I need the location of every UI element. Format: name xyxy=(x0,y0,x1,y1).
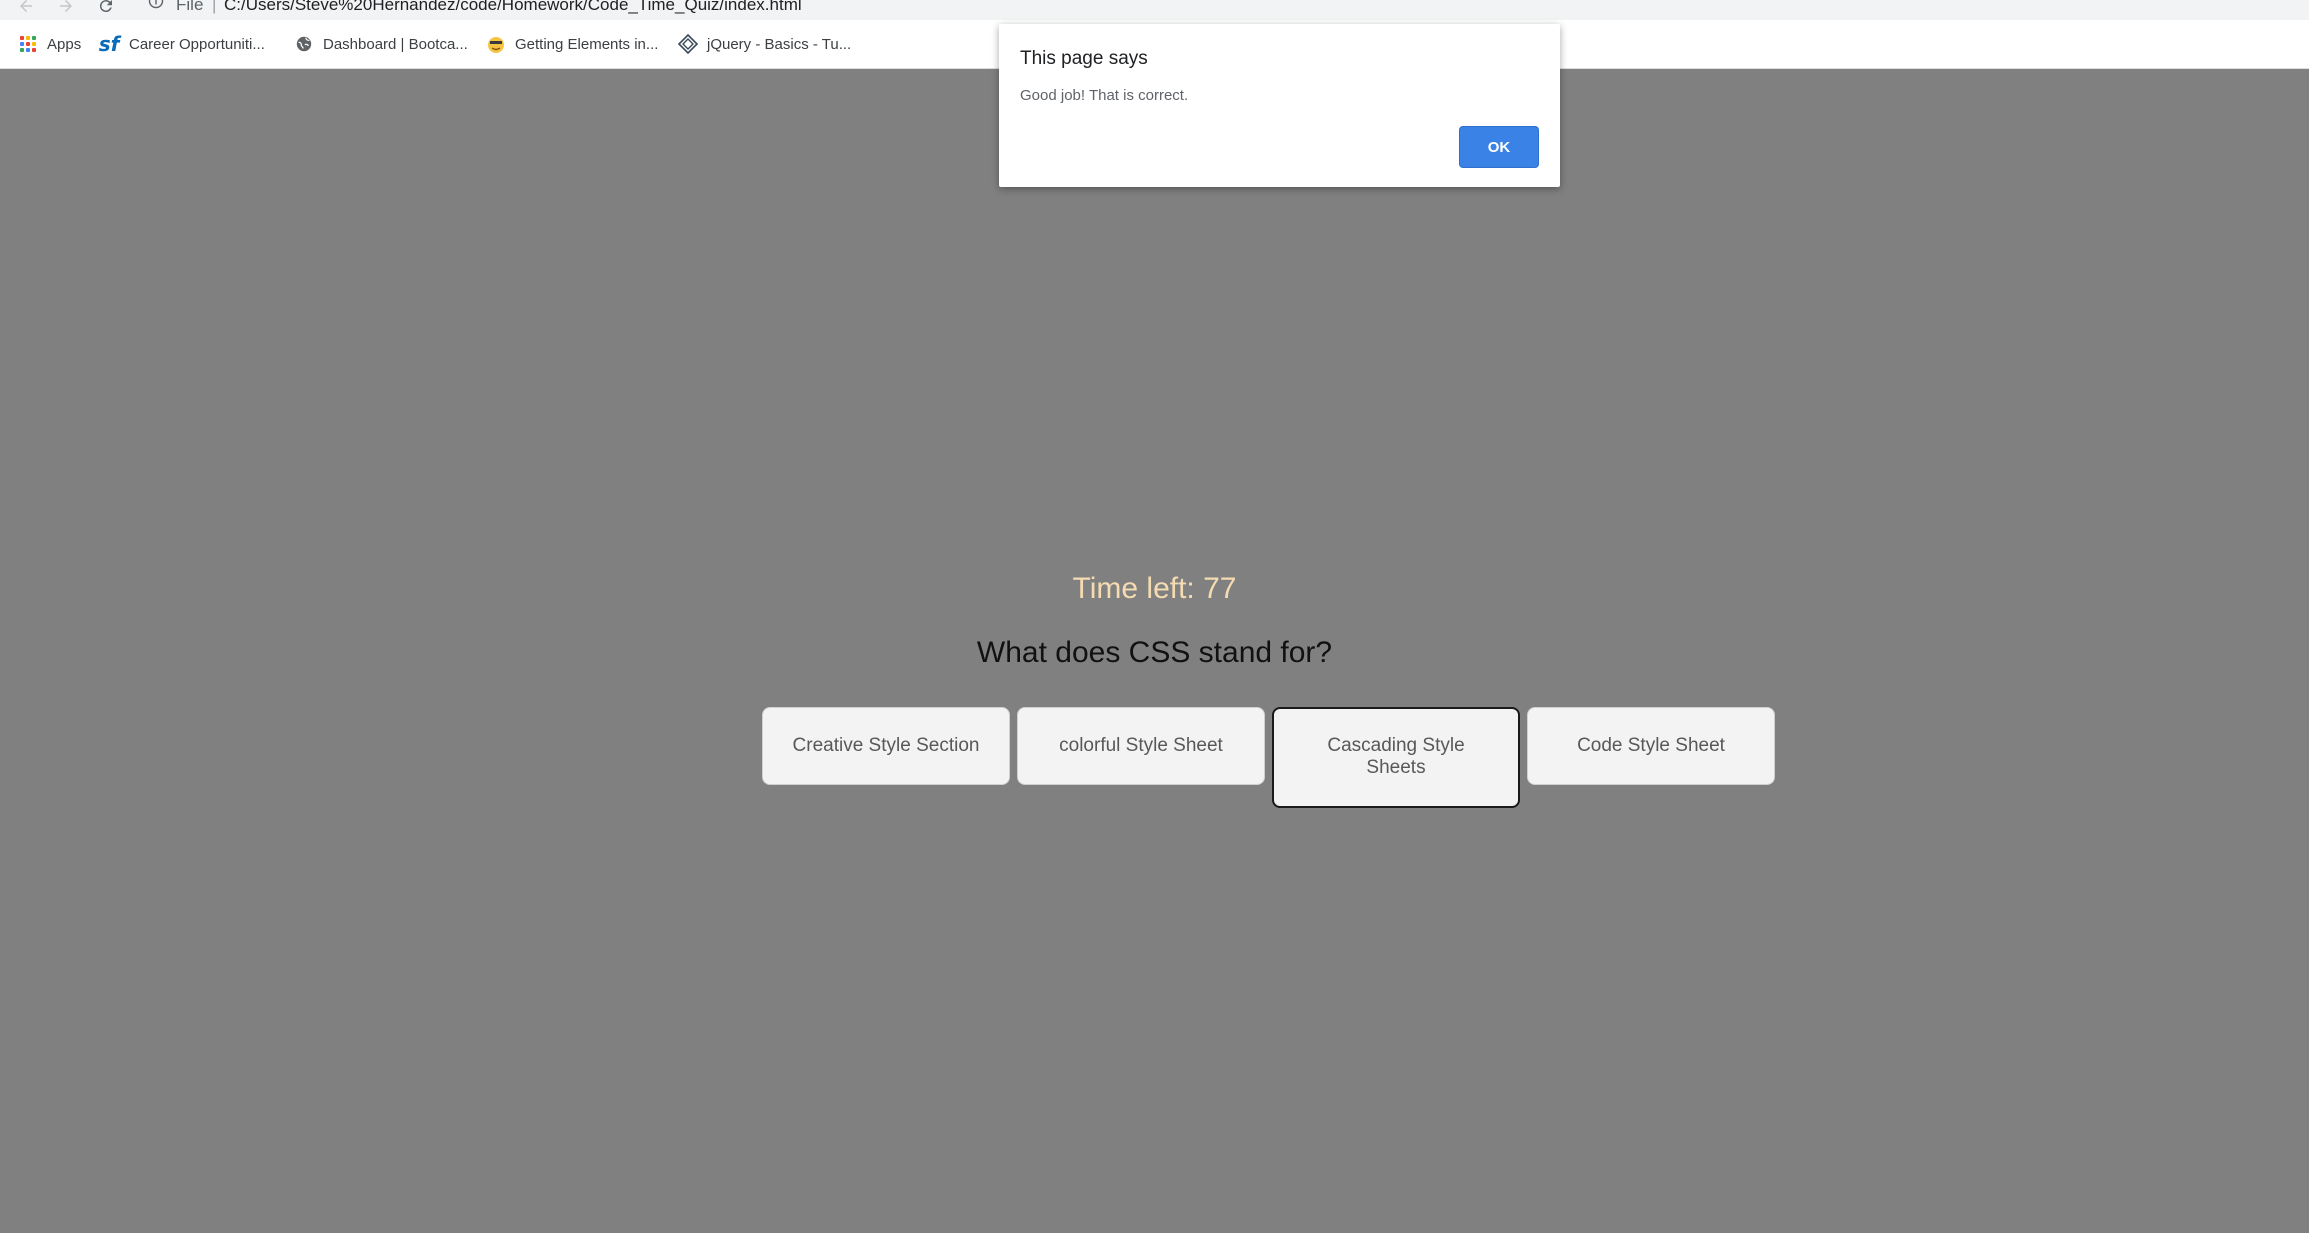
answer-button-2[interactable]: colorful Style Sheet xyxy=(1017,707,1265,785)
sf-logo-icon: sf xyxy=(98,32,120,56)
url-scheme-label: File xyxy=(176,0,204,14)
answer-button-3[interactable]: Cascading Style Sheets xyxy=(1272,707,1520,808)
alert-message: Good job! That is correct. xyxy=(1020,87,1189,104)
bookmark-getting-elements[interactable]: Getting Elements in... xyxy=(486,20,658,68)
bookmark-career[interactable]: sf Career Opportuniti... xyxy=(98,20,265,68)
url-text[interactable]: C:/Users/Steve%20Hernandez/code/Homework… xyxy=(224,0,802,15)
forward-arrow-icon[interactable] xyxy=(52,0,80,18)
bookmark-label: Dashboard | Bootca... xyxy=(323,35,468,53)
diamond-logo-icon xyxy=(678,34,698,54)
reload-icon[interactable] xyxy=(92,0,120,18)
answer-button-1[interactable]: Creative Style Section xyxy=(762,707,1010,785)
bookmark-label: jQuery - Basics - Tu... xyxy=(707,35,852,53)
time-left-display: Time left: 77 xyxy=(1072,572,1237,605)
alert-dialog: This page says Good job! That is correct… xyxy=(999,24,1560,187)
bookmark-jquery[interactable]: jQuery - Basics - Tu... xyxy=(678,20,851,68)
bookmark-label: Career Opportuniti... xyxy=(129,35,265,53)
answer-button-4[interactable]: Code Style Sheet xyxy=(1527,707,1775,785)
bookmark-apps[interactable]: Apps xyxy=(18,20,81,68)
browser-address-bar: File | C:/Users/Steve%20Hernandez/code/H… xyxy=(0,0,2309,20)
globe-icon xyxy=(294,34,314,54)
info-icon[interactable] xyxy=(148,0,164,9)
back-arrow-icon[interactable] xyxy=(12,0,40,18)
bookmark-label: Getting Elements in... xyxy=(515,35,659,53)
url-scheme-separator: | xyxy=(212,0,217,14)
ok-button[interactable]: OK xyxy=(1459,126,1539,168)
question-text: What does CSS stand for? xyxy=(976,636,1333,669)
apps-grid-icon xyxy=(18,34,38,54)
bookmark-label: Apps xyxy=(47,35,82,53)
alert-title: This page says xyxy=(1020,48,1148,69)
bookmark-emoji-icon xyxy=(486,34,506,54)
bookmark-dashboard[interactable]: Dashboard | Bootca... xyxy=(294,20,468,68)
